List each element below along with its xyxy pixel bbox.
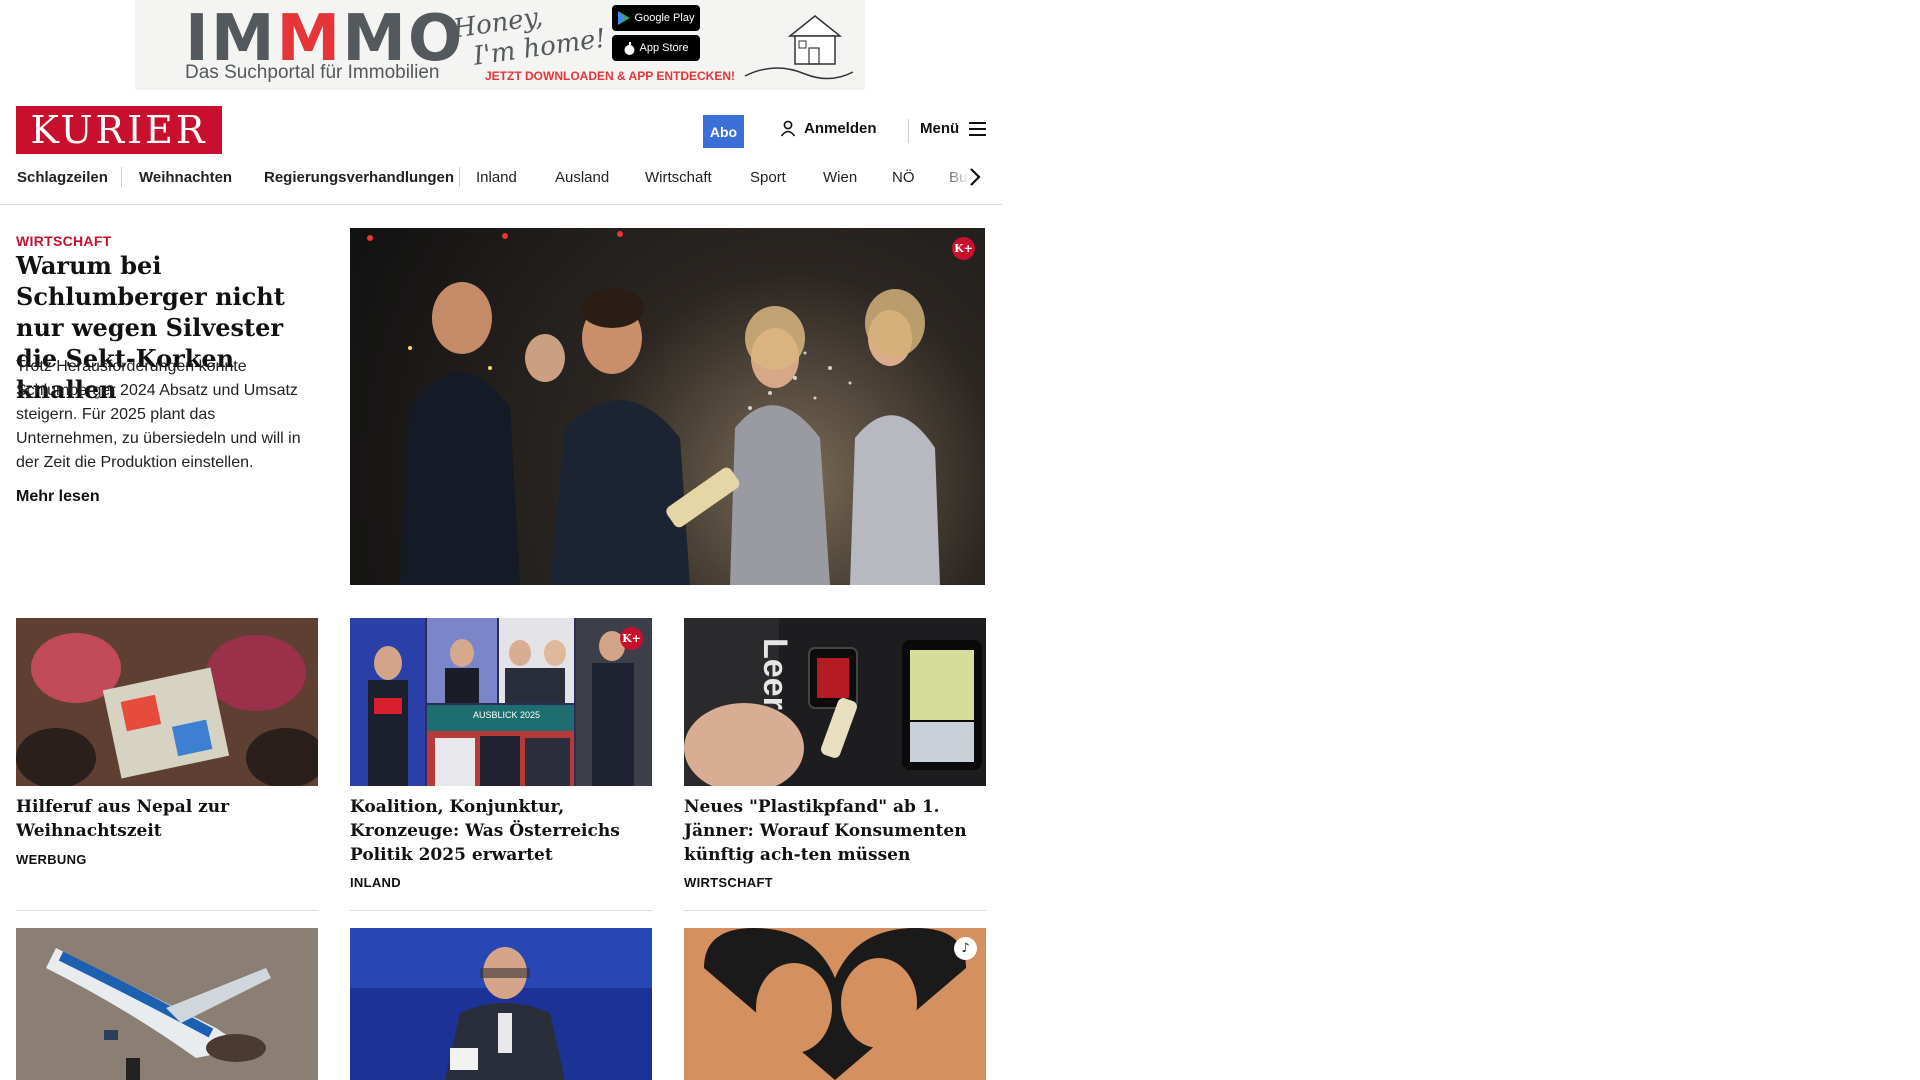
plane-wreck-photo <box>16 928 318 1080</box>
nav-item-ausland[interactable]: Ausland <box>555 169 609 186</box>
nav-item-inland[interactable]: Inland <box>476 169 517 186</box>
nav-item-wirtschaft[interactable]: Wirtschaft <box>645 169 712 186</box>
kurier-logo[interactable]: KURIER <box>16 106 222 154</box>
card-image-romance[interactable]: ♪ <box>684 928 986 1080</box>
hero-photo <box>367 231 940 585</box>
card-image-tv[interactable] <box>350 928 652 1080</box>
nav-divider <box>459 167 460 187</box>
nav-divider <box>121 167 122 187</box>
card-image-pfand[interactable]: Leergut <box>684 618 986 786</box>
tv-host-photo <box>350 928 652 1080</box>
menu-button[interactable]: Menü <box>920 120 987 137</box>
user-icon <box>780 120 796 137</box>
kplus-badge: K+ <box>620 627 643 650</box>
hero-kicker[interactable]: WIRTSCHAFT <box>16 233 112 249</box>
card-title-politik[interactable]: Koalition, Konjunktur, Kronzeuge: Was Ös… <box>350 795 652 867</box>
abo-button[interactable]: Abo <box>703 115 744 148</box>
politik-collage: AUSBLICK 2025 <box>350 618 652 786</box>
play-badge-icon: ♪ <box>954 937 977 960</box>
hero-image[interactable]: K+ <box>350 228 985 585</box>
play-store-icon <box>617 11 630 25</box>
card-divider <box>16 910 318 911</box>
nav-item-noe[interactable]: NÖ <box>892 169 915 186</box>
chevron-right-icon[interactable] <box>968 166 982 188</box>
nav-fade <box>940 162 990 198</box>
nav-item-sport[interactable]: Sport <box>750 169 786 186</box>
ausblick-overlay: AUSBLICK 2025 <box>473 710 540 720</box>
header-divider <box>908 119 909 143</box>
card-divider <box>350 910 652 911</box>
pfand-photo: Leergut <box>684 618 986 786</box>
ad-banner[interactable]: IMMMO Das Suchportal für Immobilien Hone… <box>135 0 865 90</box>
hero-lead: Trotz Herausforderungen konnte Schlumber… <box>16 358 301 471</box>
apple-icon <box>624 41 635 55</box>
card-tag-inland: INLAND <box>350 875 401 890</box>
kplus-badge: K+ <box>952 237 975 260</box>
nav-item-regierungsverhandlungen[interactable]: Regierungsverhandlungen <box>264 169 454 186</box>
login-button[interactable]: Anmelden <box>780 120 877 137</box>
nav-item-wien[interactable]: Wien <box>823 169 857 186</box>
house-hand-icon <box>744 15 854 80</box>
read-more-link[interactable]: Mehr lesen <box>16 488 100 506</box>
card-image-politik[interactable]: AUSBLICK 2025 K+ <box>350 618 652 786</box>
card-tag-werbung: WERBUNG <box>16 852 87 867</box>
ad-cta: JETZT DOWNLOADEN & APP ENTDECKEN! <box>485 69 736 83</box>
hamburger-icon <box>969 121 987 136</box>
card-image-plane[interactable] <box>16 928 318 1080</box>
card-tag-wirtschaft: WIRTSCHAFT <box>684 875 773 890</box>
nepal-photo <box>16 618 318 786</box>
google-play-button[interactable]: Google Play <box>612 5 700 31</box>
nav-item-weihnachten[interactable]: Weihnachten <box>139 169 232 186</box>
nav-item-schlagzeilen[interactable]: Schlagzeilen <box>17 169 108 186</box>
heart-couple-illustration <box>684 928 986 1080</box>
app-store-button[interactable]: App Store <box>612 35 700 61</box>
ad-script-text: Honey, I'm home! <box>451 2 608 72</box>
card-title-nepal[interactable]: Hilferuf aus Nepal zur Weihnachtszeit <box>16 795 318 843</box>
card-image-nepal[interactable] <box>16 618 318 786</box>
main-navigation: Schlagzeilen Weihnachten Regierungsverha… <box>0 162 1002 205</box>
ad-subtitle: Das Suchportal für Immobilien <box>185 62 440 83</box>
card-divider <box>684 910 986 911</box>
card-title-pfand[interactable]: Neues "Plastikpfand" ab 1. Jänner: Worau… <box>684 795 986 867</box>
